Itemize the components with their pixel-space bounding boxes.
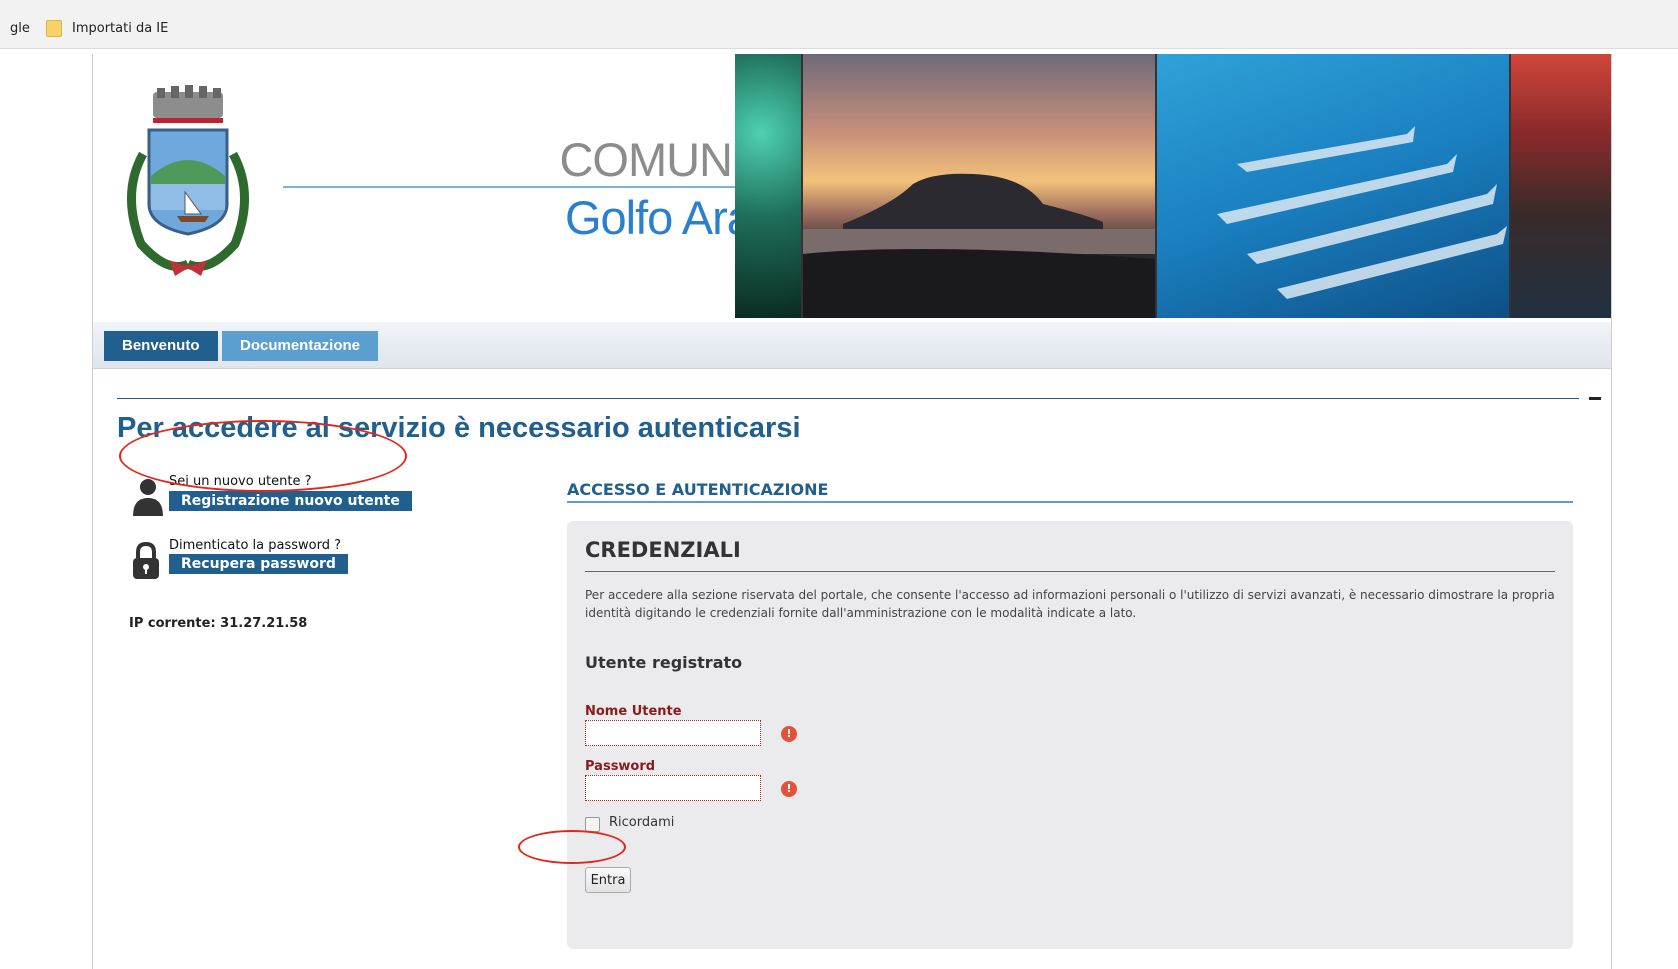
bookmark-google[interactable]: gle xyxy=(10,21,30,36)
header-banner-image xyxy=(735,54,1611,318)
page-title: Per accedere al servizio è necessario au… xyxy=(117,412,801,444)
forgot-password-question: Dimenticato la password ? xyxy=(169,538,341,553)
current-ip-label: IP corrente: 31.27.21.58 xyxy=(129,616,308,631)
banner-coral-image xyxy=(1511,54,1611,318)
tab-benvenuto[interactable]: Benvenuto xyxy=(104,331,218,361)
password-error-icon: ! xyxy=(781,781,797,797)
new-user-question: Sei un nuovo utente ? xyxy=(169,474,312,489)
bookmarks-bar: gle Importati da IE xyxy=(0,0,1678,49)
banner-sunset-image xyxy=(803,54,1155,318)
password-label: Password xyxy=(585,759,656,774)
recover-password-button[interactable]: Recupera password xyxy=(169,554,348,574)
username-label: Nome Utente xyxy=(585,704,682,719)
credentials-title: CREDENZIALI xyxy=(585,538,741,562)
folder-icon xyxy=(46,20,62,37)
user-icon xyxy=(133,479,163,516)
username-error-icon: ! xyxy=(781,726,797,742)
remember-me-label: Ricordami xyxy=(609,815,675,830)
site-header: COMUNE di Golfo Aranci xyxy=(93,54,1611,322)
tab-documentazione[interactable]: Documentazione xyxy=(222,331,379,361)
bookmark-folder-importati[interactable]: Importati da IE xyxy=(72,21,168,36)
credentials-description: Per accedere alla sezione riservata del … xyxy=(585,588,1555,620)
credentials-divider xyxy=(585,571,1555,572)
content-divider xyxy=(117,398,1579,399)
banner-fish-image xyxy=(1157,54,1509,318)
divider-marker xyxy=(1589,397,1601,400)
barracuda-fish-icon xyxy=(1217,126,1507,299)
register-new-user-button[interactable]: Registrazione nuovo utente xyxy=(169,491,412,511)
access-section-title: ACCESSO E AUTENTICAZIONE xyxy=(567,480,829,499)
coat-of-arms-icon xyxy=(127,85,249,276)
banner-seaweed-image xyxy=(735,54,801,318)
page-container: COMUNE di Golfo Aranci Benvenuto Documen… xyxy=(92,54,1612,969)
login-submit-button[interactable]: Entra xyxy=(585,867,631,893)
remember-me-checkbox[interactable] xyxy=(585,817,600,832)
access-section-divider xyxy=(567,501,1573,503)
lock-icon xyxy=(133,542,159,579)
main-nav: Benvenuto Documentazione xyxy=(93,322,1611,369)
password-input[interactable] xyxy=(585,775,761,801)
registered-user-heading: Utente registrato xyxy=(585,653,743,672)
island-silhouette-icon xyxy=(803,173,1155,318)
credentials-panel: CREDENZIALI Per accedere alla sezione ri… xyxy=(567,521,1573,949)
username-input[interactable] xyxy=(585,720,761,746)
